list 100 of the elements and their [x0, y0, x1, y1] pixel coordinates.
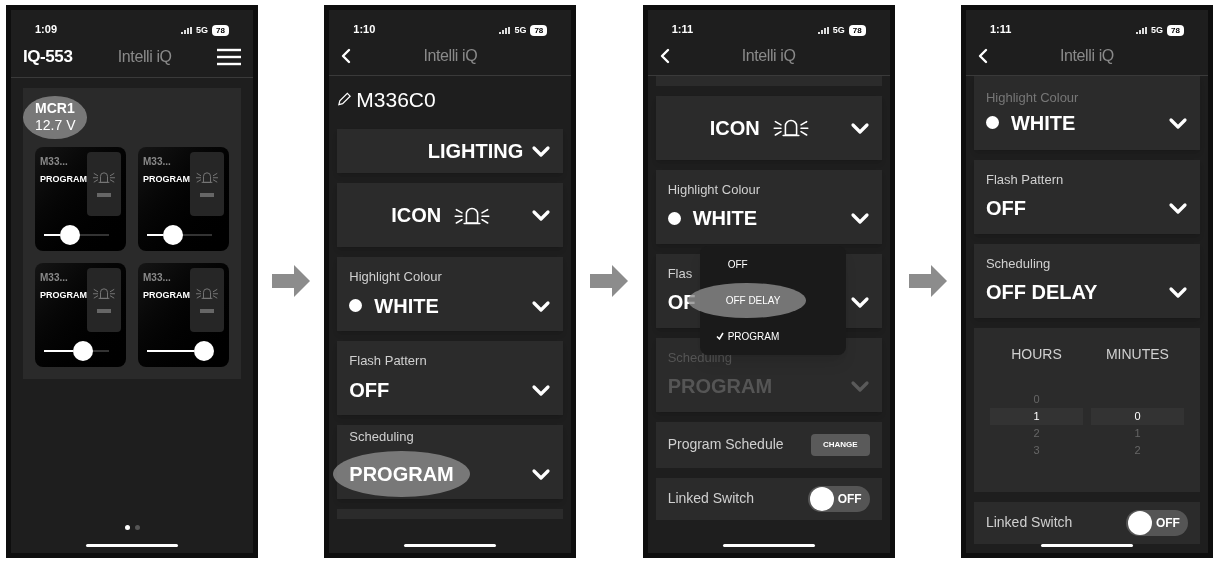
- field-value: ICON: [391, 203, 442, 228]
- app-title: Intelli iQ: [1060, 46, 1114, 66]
- slider-thumb[interactable]: [72, 340, 93, 361]
- switch-card[interactable]: M33... PROGRAM: [35, 146, 126, 251]
- field-value: OFF DELAY: [985, 280, 1098, 306]
- battery-indicator: 78: [848, 25, 866, 37]
- field-value: PROGRAM: [333, 450, 470, 497]
- switch-name: M33...: [40, 270, 69, 285]
- dropdown-field[interactable]: Scheduling OFF DELAY: [973, 243, 1200, 318]
- dropdown-field[interactable]: Highlight Colour WHITE: [973, 75, 1200, 150]
- status-time: 1:09: [35, 22, 58, 37]
- switch-button[interactable]: [190, 151, 224, 216]
- signal-icon: [499, 27, 511, 35]
- field-value: OFF: [349, 377, 390, 403]
- switch-button[interactable]: [87, 151, 121, 216]
- chevron-down-icon: [1167, 284, 1188, 301]
- indicator-bar: [200, 308, 214, 313]
- switch-card[interactable]: M33... PROGRAM: [138, 146, 229, 251]
- siren-icon: [195, 170, 219, 185]
- indicator-bar: [97, 308, 111, 313]
- menu-icon[interactable]: [217, 48, 241, 66]
- slider-track[interactable]: [147, 340, 212, 361]
- controller-name: MCR1: [35, 99, 75, 117]
- back-icon[interactable]: [659, 48, 670, 64]
- battery-indicator: 78: [530, 25, 548, 37]
- signal-icon: [1136, 27, 1147, 35]
- chevron-down-icon: [531, 207, 552, 223]
- switch-name: M336C0: [356, 86, 436, 113]
- switch-button[interactable]: [190, 267, 224, 332]
- switch-mode: PROGRAM: [40, 288, 87, 302]
- field-value: WHITE: [692, 206, 758, 232]
- field-label: Scheduling: [985, 254, 1051, 273]
- app-title: Intelli iQ: [117, 47, 172, 67]
- chevron-down-icon: [849, 210, 870, 227]
- slider-thumb[interactable]: [162, 224, 183, 245]
- menu-option[interactable]: OFF: [699, 253, 764, 275]
- pencil-icon[interactable]: [337, 91, 353, 108]
- field-label: Flas: [667, 264, 693, 283]
- switch-mode: PROGRAM: [143, 288, 190, 302]
- slider-thumb[interactable]: [194, 340, 215, 361]
- switch-name: M33...: [143, 270, 172, 285]
- back-icon[interactable]: [977, 48, 988, 64]
- picker-value[interactable]: 0: [1090, 407, 1184, 425]
- switch-button[interactable]: [87, 267, 121, 332]
- field-value: OFF: [985, 196, 1026, 222]
- siren-icon: [92, 170, 116, 185]
- voltage-reading: 12.7 V: [35, 117, 76, 135]
- field-label: Flash Pattern: [985, 170, 1064, 189]
- status-time: 1:11: [671, 22, 694, 37]
- dropdown-field[interactable]: Highlight Colour WHITE: [655, 169, 882, 244]
- app-title: Intelli iQ: [741, 46, 796, 66]
- setting-label: Linked Switch: [667, 489, 754, 508]
- change-button[interactable]: CHANGE: [810, 433, 870, 456]
- toggle-switch[interactable]: OFF: [807, 485, 870, 512]
- column-header: HOURS: [1011, 344, 1062, 364]
- toggle-switch[interactable]: OFF: [1125, 509, 1188, 536]
- slider-track[interactable]: [44, 340, 109, 361]
- dropdown-field[interactable]: LIGHTING: [337, 129, 564, 173]
- network-label: 5G: [1151, 24, 1164, 37]
- battery-indicator: 78: [1167, 25, 1184, 37]
- device-code: IQ-553: [23, 46, 73, 69]
- status-time: 1:10: [353, 22, 376, 37]
- slider-track[interactable]: [147, 224, 212, 245]
- switch-mode: PROGRAM: [40, 172, 87, 186]
- switch-card[interactable]: M33... PROGRAM: [35, 262, 126, 367]
- dropdown-field[interactable]: ICON: [655, 95, 882, 160]
- switch-card[interactable]: M33... PROGRAM: [138, 262, 229, 367]
- status-time: 1:11: [989, 22, 1012, 37]
- flow-arrow-icon: [272, 265, 311, 297]
- field-label: Flash Pattern: [349, 352, 427, 371]
- indicator-bar: [97, 192, 111, 197]
- back-icon[interactable]: [341, 48, 352, 64]
- flow-arrow-icon: [590, 265, 629, 297]
- dropdown-field[interactable]: Highlight Colour WHITE: [337, 257, 564, 331]
- picker-value[interactable]: 1: [989, 407, 1083, 425]
- siren-icon: [92, 286, 116, 301]
- setting-label: Program Schedule: [667, 435, 784, 454]
- signal-icon: [817, 27, 829, 35]
- dropdown-field[interactable]: ICON: [337, 183, 564, 247]
- field-label: Highlight Colour: [349, 268, 442, 287]
- slider-thumb[interactable]: [59, 224, 80, 245]
- signal-icon: [181, 27, 193, 35]
- field-value: WHITE: [374, 293, 439, 319]
- menu-option[interactable]: PROGRAM: [699, 325, 796, 347]
- chevron-down-icon: [849, 294, 870, 311]
- chevron-down-icon: [531, 143, 552, 159]
- dropdown-field[interactable]: Flash Pattern OFF: [973, 159, 1200, 234]
- setting-label: Linked Switch: [985, 513, 1073, 532]
- network-label: 5G: [196, 24, 209, 37]
- network-label: 5G: [514, 24, 527, 37]
- checkmark-icon: [715, 332, 724, 340]
- flow-arrow-icon: [908, 265, 947, 297]
- slider-track[interactable]: [44, 224, 109, 245]
- column-header: MINUTES: [1105, 344, 1169, 364]
- switch-mode: PROGRAM: [143, 172, 190, 186]
- chevron-down-icon: [1167, 200, 1188, 217]
- switch-name: M33...: [40, 154, 69, 169]
- dropdown-field[interactable]: Flash Pattern OFF: [337, 341, 564, 415]
- field-label: Scheduling: [349, 428, 414, 447]
- field-value: ICON: [709, 115, 760, 141]
